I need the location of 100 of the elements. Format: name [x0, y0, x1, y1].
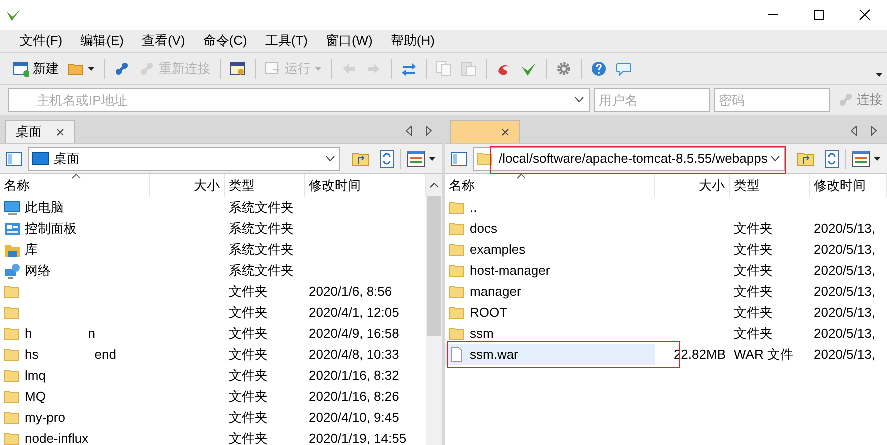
- type-text: 文件夹: [229, 304, 268, 320]
- folder-icon: [449, 326, 466, 342]
- folder-icon: [449, 304, 466, 320]
- view-button[interactable]: [407, 150, 436, 166]
- menu-item[interactable]: 查看(V): [134, 29, 194, 53]
- type-text: 系统文件夹: [229, 262, 294, 278]
- close-icon[interactable]: [502, 128, 509, 136]
- menu-item[interactable]: 窗口(W): [318, 29, 381, 53]
- list-view-icon: [852, 150, 870, 166]
- column-header[interactable]: 大小: [150, 174, 225, 197]
- chevron-down-icon: [771, 156, 780, 162]
- file-row[interactable]: MQ: [0, 386, 150, 407]
- folder-icon: [449, 220, 466, 236]
- file-row[interactable]: docs: [445, 218, 655, 239]
- maximize-icon[interactable]: [813, 9, 825, 21]
- caret-icon: [88, 66, 95, 70]
- type-text: 系统文件夹: [229, 220, 294, 236]
- file-row[interactable]: lmq: [0, 365, 150, 386]
- menu-item[interactable]: 文件(F): [12, 29, 71, 53]
- folder-icon: [449, 262, 466, 278]
- scroll-left-icon[interactable]: [406, 126, 412, 136]
- scrollbar[interactable]: [426, 174, 442, 445]
- type-text: 系统文件夹: [229, 200, 294, 215]
- type-text: 文件夹: [734, 220, 773, 236]
- sidebar-toggle-icon[interactable]: [6, 150, 22, 166]
- file-row[interactable]: 网络: [0, 260, 150, 281]
- close-icon[interactable]: [859, 9, 871, 21]
- date-text: 2020/5/13,: [814, 284, 876, 299]
- file-row[interactable]: ..: [445, 197, 655, 218]
- file-row[interactable]: host-manager: [445, 260, 655, 281]
- file-row[interactable]: my-pro: [0, 407, 150, 428]
- folder-icon: [4, 326, 21, 342]
- path-combobox[interactable]: 桌面: [28, 146, 340, 170]
- scroll-right-icon[interactable]: [426, 126, 432, 136]
- folder-icon: [4, 304, 21, 320]
- window-icon: [230, 60, 246, 76]
- sort-caret-icon: [72, 174, 81, 179]
- network-icon: [4, 262, 21, 278]
- parent-folder-icon[interactable]: [797, 150, 815, 166]
- host-combobox[interactable]: 主机名或IP地址: [8, 88, 590, 112]
- type-text: 文件夹: [734, 242, 773, 257]
- toolbar-button[interactable]: 新建: [10, 56, 62, 80]
- column-header[interactable]: 大小: [655, 174, 730, 197]
- file-name: end: [94, 346, 116, 364]
- file-row[interactable]: examples: [445, 239, 655, 260]
- sidebar-toggle-icon[interactable]: [451, 150, 467, 166]
- password-field[interactable]: 密码: [714, 88, 830, 112]
- column-header[interactable]: 类型: [225, 174, 305, 197]
- refresh-icon[interactable]: [380, 150, 394, 168]
- menu-item[interactable]: 命令(C): [195, 29, 256, 53]
- file-row[interactable]: 库: [0, 239, 150, 260]
- menu-item[interactable]: 工具(T): [257, 29, 316, 53]
- folder-icon: [477, 150, 495, 166]
- scroll-right-icon[interactable]: [871, 126, 877, 136]
- file-row[interactable]: 控制面板: [0, 218, 150, 239]
- column-header[interactable]: 名称: [0, 174, 150, 197]
- sort-caret-icon: [517, 174, 526, 179]
- file-row[interactable]: node-influx: [0, 428, 150, 445]
- column-header[interactable]: 修改时间: [810, 174, 887, 197]
- file-row[interactable]: ROOT: [445, 302, 655, 323]
- menu-item[interactable]: 编辑(E): [72, 29, 132, 53]
- user-field[interactable]: 用户名: [594, 88, 710, 112]
- date-text: 2020/5/13,: [814, 326, 876, 341]
- plug-icon: [838, 92, 854, 108]
- column-header[interactable]: 名称: [445, 174, 655, 197]
- menu-item[interactable]: 帮助(H): [382, 29, 443, 53]
- folder-icon: [449, 242, 466, 258]
- paste-icon: [461, 60, 477, 76]
- date-text: 2020/5/13,: [814, 220, 876, 236]
- parent-folder-icon[interactable]: [352, 150, 370, 166]
- date-text: 2020/5/13,: [814, 346, 876, 362]
- folder-icon: [4, 410, 21, 426]
- refresh-icon[interactable]: [825, 150, 839, 168]
- date-text: 2020/1/6, 8:56: [309, 284, 392, 299]
- app-logo-icon: [6, 8, 22, 22]
- run-icon: [265, 60, 281, 76]
- type-text: 文件夹: [734, 262, 773, 278]
- file-row[interactable]: 此电脑: [0, 197, 150, 218]
- file-row[interactable]: hs end: [0, 344, 150, 365]
- file-row[interactable]: ssm: [445, 323, 655, 344]
- type-text: 文件夹: [229, 430, 268, 445]
- date-text: 2020/4/1, 12:05: [309, 304, 400, 320]
- scroll-left-icon[interactable]: [851, 126, 857, 136]
- file-row[interactable]: manager: [445, 281, 655, 302]
- desktop-icon: [32, 150, 50, 166]
- scroll-thumb[interactable]: [427, 196, 441, 336]
- scroll-up-icon[interactable]: [430, 183, 438, 188]
- date-text: 2020/4/10, 9:45: [309, 410, 400, 425]
- close-icon[interactable]: [57, 128, 64, 136]
- file-row[interactable]: ssm.war: [445, 344, 655, 365]
- help-icon: [591, 60, 607, 76]
- tab[interactable]: 桌面: [5, 120, 75, 143]
- view-button[interactable]: [852, 150, 881, 166]
- type-text: 文件夹: [229, 346, 268, 362]
- file-row[interactable]: h n: [0, 323, 150, 344]
- column-header[interactable]: 类型: [730, 174, 810, 197]
- type-text: 文件夹: [734, 304, 773, 320]
- chevron-down-icon[interactable]: [575, 97, 584, 103]
- overflow-caret-icon[interactable]: [876, 72, 883, 76]
- monitor-icon: [4, 200, 21, 216]
